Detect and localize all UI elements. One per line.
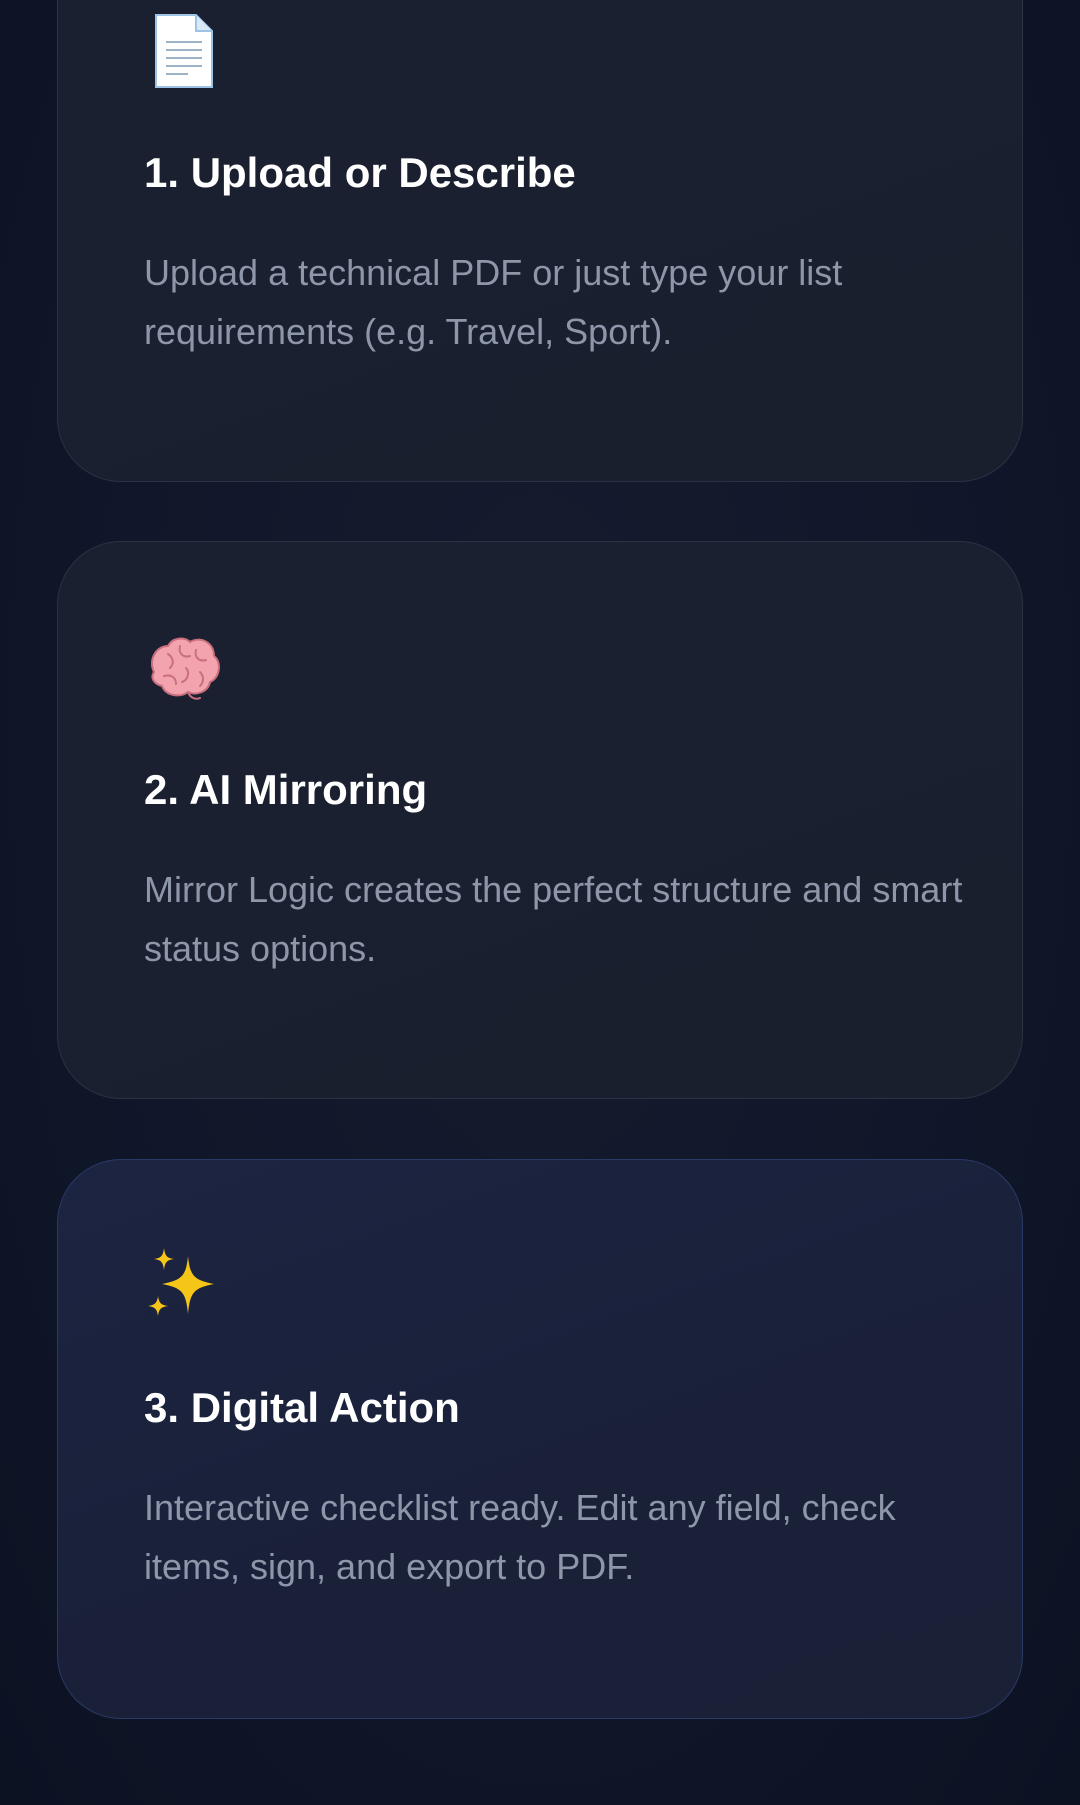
sparkles-icon	[144, 1246, 224, 1326]
brain-icon	[144, 628, 224, 708]
document-icon	[144, 11, 224, 91]
step-card-ai-mirroring: 2. AI Mirroring Mirror Logic creates the…	[57, 541, 1023, 1099]
steps-list: 1. Upload or Describe Upload a technical…	[0, 0, 1080, 1805]
step-description: Interactive checklist ready. Edit any fi…	[144, 1487, 896, 1587]
step-card-digital-action: 3. Digital Action Interactive checklist …	[57, 1159, 1023, 1719]
step-description: Mirror Logic creates the perfect structu…	[144, 869, 963, 969]
step-description: Upload a technical PDF or just type your…	[144, 252, 843, 352]
step-title: 3. Digital Action	[144, 1384, 460, 1431]
step-title: 1. Upload or Describe	[144, 149, 576, 196]
step-title: 2. AI Mirroring	[144, 766, 428, 813]
step-card-upload: 1. Upload or Describe Upload a technical…	[57, 0, 1023, 482]
